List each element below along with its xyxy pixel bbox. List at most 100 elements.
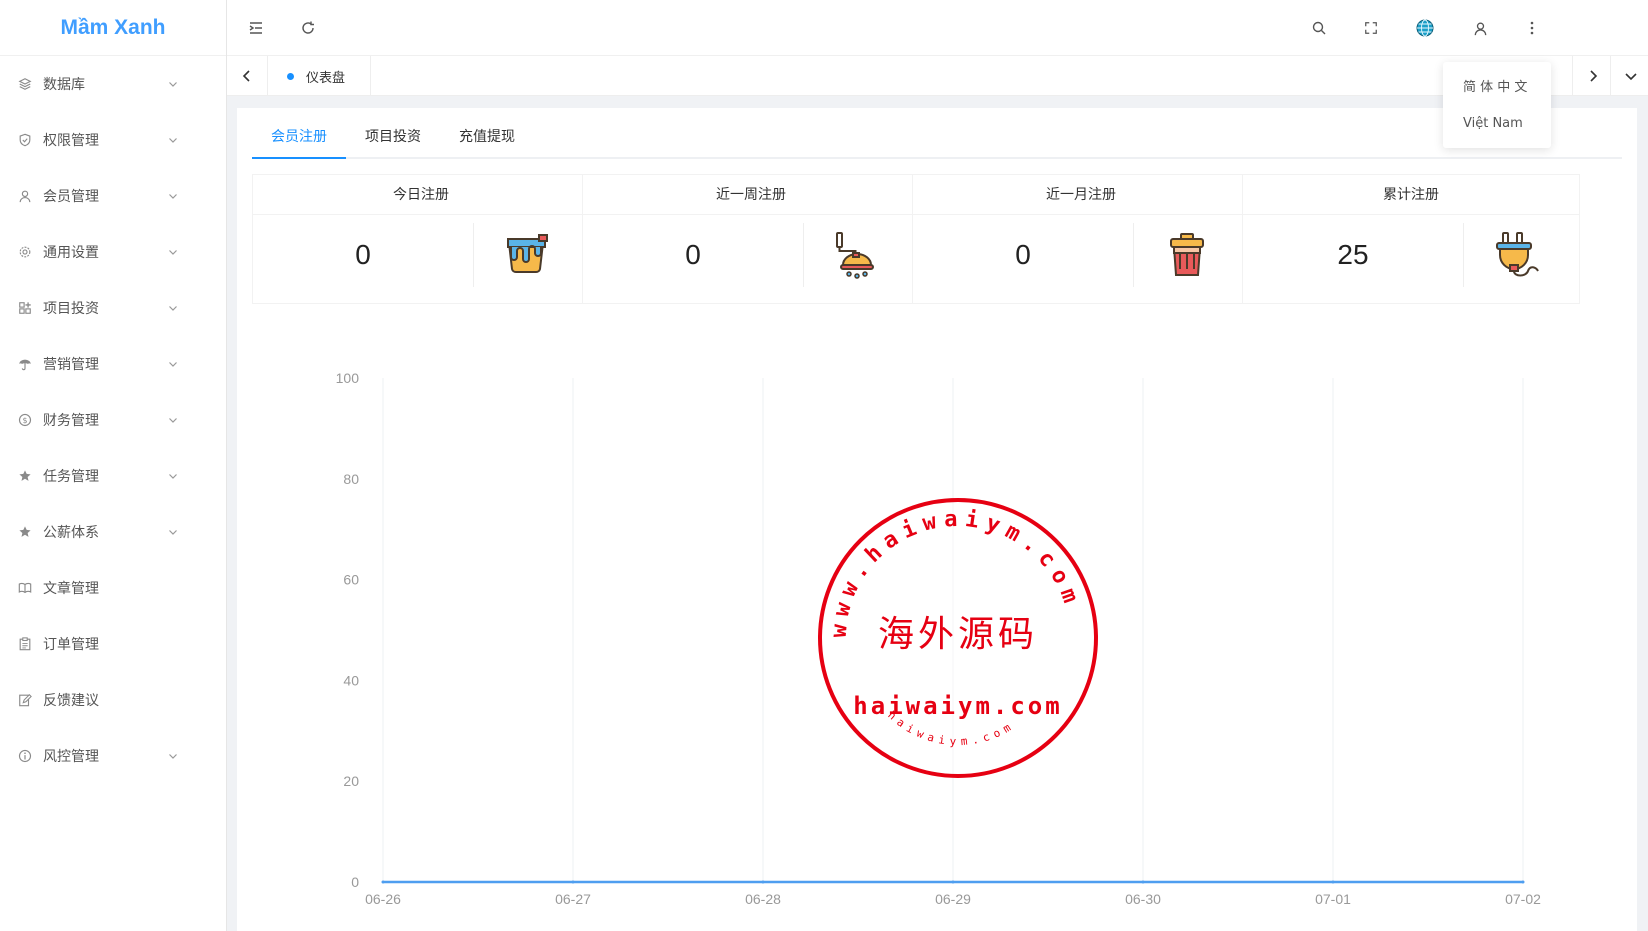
sidebar: Mầm Xanh 数据库权限管理会员管理通用设置项目投资 营销管理 $ 财务管理任务管… bbox=[0, 0, 227, 931]
trash-bin-icon bbox=[1170, 233, 1204, 276]
sidebar-item-6[interactable]: $ 财务管理 bbox=[0, 392, 226, 448]
chevron-down-icon bbox=[169, 138, 177, 143]
tabs-scroll-right-button[interactable] bbox=[1572, 56, 1612, 96]
stat-value: 0 bbox=[355, 239, 371, 270]
star-icon bbox=[17, 524, 33, 540]
chevron-right-icon bbox=[1589, 70, 1597, 82]
info-icon bbox=[17, 748, 33, 764]
indent-icon bbox=[249, 22, 262, 34]
search-icon bbox=[1312, 21, 1326, 35]
sidebar-item-5[interactable]: 营销管理 bbox=[0, 336, 226, 392]
more-options-button[interactable] bbox=[1512, 0, 1552, 56]
sidebar-item-label: 会员管理 bbox=[43, 189, 99, 205]
user-icon bbox=[17, 188, 33, 204]
sidebar-item-10[interactable]: 订单管理 bbox=[0, 616, 226, 672]
chevron-down-icon bbox=[169, 250, 177, 255]
stat-divider bbox=[1463, 223, 1464, 287]
tab-recharge-withdraw[interactable]: 充值提现 bbox=[440, 116, 534, 159]
grid-plus-icon bbox=[17, 300, 33, 316]
stat-value: 0 bbox=[685, 239, 701, 270]
refresh-button[interactable] bbox=[288, 0, 328, 56]
tab-member-registration[interactable]: 会员注册 bbox=[252, 116, 346, 159]
sidebar-item-12[interactable]: 风控管理 bbox=[0, 728, 226, 784]
clipboard-icon bbox=[17, 636, 33, 652]
stat-title: 近一周注册 bbox=[583, 175, 919, 215]
dollar-icon: $ bbox=[17, 412, 33, 428]
sidebar-item-3[interactable]: 通用设置 bbox=[0, 224, 226, 280]
chevron-down-icon bbox=[169, 362, 177, 367]
book-icon bbox=[17, 580, 33, 596]
active-dot bbox=[287, 72, 294, 80]
fullscreen-button[interactable] bbox=[1351, 0, 1391, 56]
stat-title: 今日注册 bbox=[253, 175, 589, 215]
sidebar-item-label: 风控管理 bbox=[43, 749, 99, 765]
layers-icon bbox=[17, 76, 33, 92]
page-tabs-bar: 仪表盘 bbox=[227, 56, 1648, 96]
stat-divider bbox=[1133, 223, 1134, 287]
chevron-down-icon bbox=[169, 418, 177, 423]
svg-text:$: $ bbox=[22, 416, 27, 425]
sidebar-item-8[interactable]: 公薪体系 bbox=[0, 504, 226, 560]
globe-icon bbox=[1416, 19, 1434, 37]
chevron-down-icon bbox=[169, 82, 177, 87]
app-logo[interactable]: Mầm Xanh bbox=[0, 0, 226, 56]
search-button[interactable] bbox=[1299, 0, 1339, 56]
umbrella-icon bbox=[17, 356, 33, 372]
stat-divider bbox=[803, 223, 804, 287]
stat-divider bbox=[473, 223, 474, 287]
shield-check-icon bbox=[17, 132, 33, 148]
sidebar-item-label: 文章管理 bbox=[43, 581, 99, 597]
gear-icon bbox=[17, 244, 33, 260]
sidebar-menu: 数据库权限管理会员管理通用设置项目投资 营销管理 $ 财务管理任务管理公薪体系文章管理… bbox=[0, 56, 226, 784]
sidebar-item-label: 数据库 bbox=[43, 77, 85, 93]
plug-icon bbox=[1496, 232, 1539, 277]
watermark-stamp: www.haiwaiym.com 海外源码 haiwaiym.com haiwa… bbox=[818, 498, 1098, 778]
watermark-center-text: 海外源码 bbox=[878, 614, 1038, 655]
sidebar-item-0[interactable]: 数据库 bbox=[0, 56, 226, 112]
stat-card-today: 今日注册 0 bbox=[252, 174, 590, 304]
chevron-down-icon bbox=[169, 194, 177, 199]
language-button[interactable] bbox=[1405, 0, 1445, 56]
sidebar-item-4[interactable]: 项目投资 bbox=[0, 280, 226, 336]
stat-card-total: 累计注册 25 bbox=[1242, 174, 1580, 304]
watermark-domain-text: haiwaiym.com bbox=[853, 692, 1062, 720]
paint-bucket-icon bbox=[507, 234, 548, 273]
stat-card-week: 近一周注册 0 bbox=[582, 174, 920, 304]
sidebar-item-1[interactable]: 权限管理 bbox=[0, 112, 226, 168]
sidebar-item-7[interactable]: 任务管理 bbox=[0, 448, 226, 504]
content-tabs: 会员注册 项目投资 充值提现 bbox=[252, 116, 1622, 159]
lang-option-zh[interactable]: 简 体 中 文 bbox=[1443, 70, 1551, 106]
collapse-menu-button[interactable] bbox=[236, 0, 276, 56]
sidebar-item-label: 订单管理 bbox=[43, 637, 99, 653]
chevron-down-icon bbox=[1624, 73, 1637, 81]
lang-option-vi[interactable]: Việt Nam bbox=[1443, 106, 1551, 142]
tabs-dropdown-button[interactable] bbox=[1610, 56, 1648, 96]
chevron-left-icon bbox=[242, 70, 250, 82]
stat-value: 0 bbox=[1015, 239, 1031, 270]
sidebar-item-label: 权限管理 bbox=[43, 133, 99, 149]
user-profile-button[interactable] bbox=[1460, 0, 1500, 56]
stat-title: 累计注册 bbox=[1243, 175, 1579, 215]
tab-project-investment[interactable]: 项目投资 bbox=[346, 116, 440, 159]
language-dropdown: 简 体 中 文 Việt Nam bbox=[1443, 62, 1551, 148]
sidebar-item-11[interactable]: 反馈建议 bbox=[0, 672, 226, 728]
tab-dashboard[interactable]: 仪表盘 bbox=[267, 56, 371, 96]
user-icon bbox=[1474, 21, 1486, 35]
chevron-down-icon bbox=[169, 306, 177, 311]
sidebar-item-label: 反馈建议 bbox=[43, 693, 99, 709]
sidebar-item-label: 财务管理 bbox=[43, 413, 99, 429]
tab-dashboard-label: 仪表盘 bbox=[306, 70, 346, 86]
sidebar-item-9[interactable]: 文章管理 bbox=[0, 560, 226, 616]
stat-card-month: 近一月注册 0 bbox=[912, 174, 1250, 304]
sidebar-item-2[interactable]: 会员管理 bbox=[0, 168, 226, 224]
chevron-down-icon bbox=[169, 754, 177, 759]
stat-value: 25 bbox=[1337, 239, 1369, 270]
sidebar-item-label: 通用设置 bbox=[43, 245, 99, 261]
shower-icon bbox=[836, 232, 874, 279]
chevron-down-icon bbox=[169, 474, 177, 479]
tabs-scroll-left-button[interactable] bbox=[227, 56, 267, 96]
edit-icon bbox=[17, 692, 33, 708]
star-icon bbox=[17, 468, 33, 484]
more-vertical-icon bbox=[1530, 21, 1534, 35]
sidebar-item-label: 任务管理 bbox=[43, 469, 99, 485]
